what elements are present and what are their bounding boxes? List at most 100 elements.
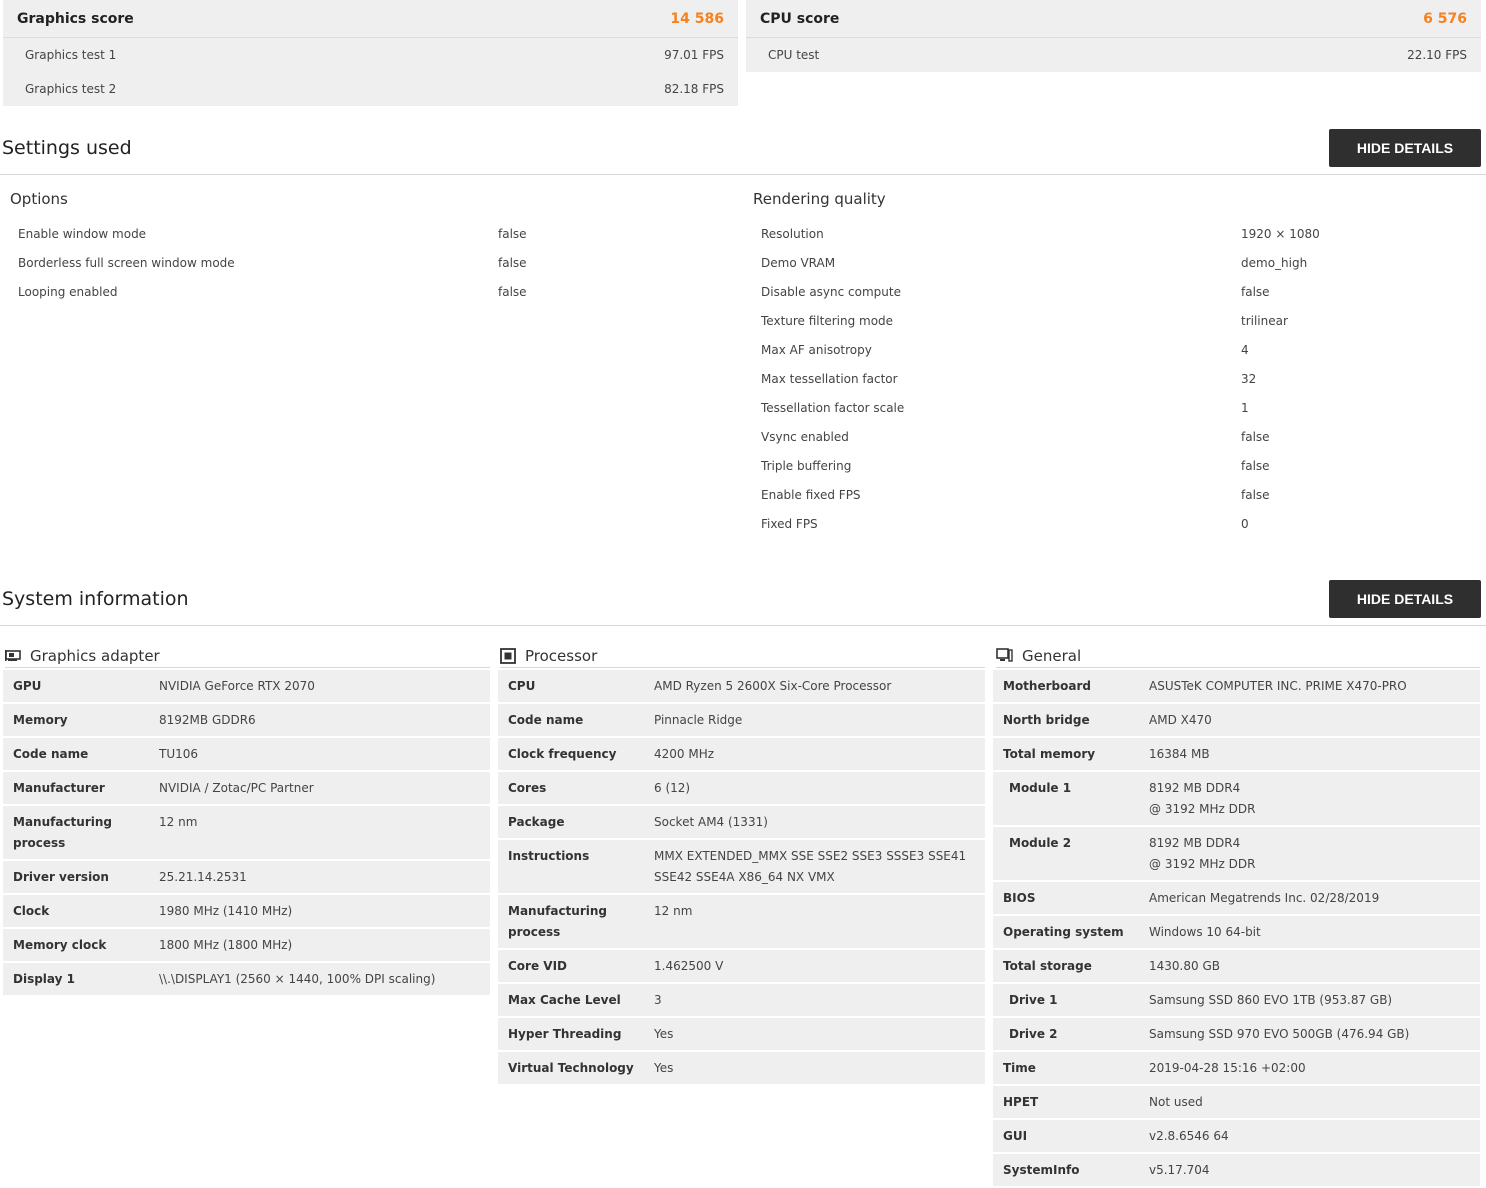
setting-row: Fixed FPS 0 <box>0 509 1486 538</box>
info-value: Pinnacle Ridge <box>654 710 752 731</box>
info-label: Module 1 <box>1009 781 1072 795</box>
info-row: Instructions MMX EXTENDED_MMX SSE SSE2 SS… <box>498 840 985 893</box>
info-value: NVIDIA / Zotac/PC Partner <box>159 778 324 799</box>
info-value: 8192MB GDDR6 <box>159 710 266 731</box>
info-label: Core VID <box>508 959 567 973</box>
info-row: Clock 1980 MHz (1410 MHz) <box>3 895 490 927</box>
info-value-line: 8192 MB DDR4 <box>1149 781 1241 795</box>
graphics-adapter-table: GPU NVIDIA GeForce RTX 2070 Memory 8192MB G… <box>3 670 490 997</box>
info-value: 12 nm <box>654 901 702 943</box>
info-value-line: 1.462500 V <box>654 959 724 973</box>
info-value-line: Yes <box>654 1061 674 1075</box>
info-row: GPU NVIDIA GeForce RTX 2070 <box>3 670 490 702</box>
setting-label: Tessellation factor scale <box>761 400 905 415</box>
info-value: 1980 MHz (1410 MHz) <box>159 901 302 922</box>
setting-value: 0 <box>1241 516 1249 531</box>
info-value: AMD X470 <box>1149 710 1222 731</box>
setting-value: 1 <box>1241 400 1249 415</box>
info-label: Drive 2 <box>1009 1027 1058 1041</box>
info-value-line: v5.17.704 <box>1149 1163 1210 1177</box>
info-row: Display 1 \\.\DISPLAY1 (2560 × 1440, 100%… <box>3 963 490 995</box>
info-value: American Megatrends Inc. 02/28/2019 <box>1149 888 1389 909</box>
info-row: GUI v2.8.6546 64 <box>993 1120 1480 1152</box>
info-value-line: v2.8.6546 64 <box>1149 1129 1229 1143</box>
info-label: Manufacturer <box>13 781 105 795</box>
info-value: Socket AM4 (1331) <box>654 812 778 833</box>
general-title: General <box>996 644 1480 668</box>
info-label: Driver version <box>13 870 109 884</box>
info-row: Motherboard ASUSTeK COMPUTER INC. PRIME X… <box>993 670 1480 702</box>
setting-row: Disable async compute false <box>0 277 1486 306</box>
setting-row: Max tessellation factor 32 <box>0 364 1486 393</box>
info-row: HPET Not used <box>993 1086 1480 1118</box>
info-row: Package Socket AM4 (1331) <box>498 806 985 838</box>
setting-label: Vsync enabled <box>761 429 849 444</box>
info-value-line: 2019-04-28 15:16 +02:00 <box>1149 1061 1306 1075</box>
info-row: Code name TU106 <box>3 738 490 770</box>
info-label: Clock frequency <box>508 747 617 761</box>
info-value: 8192 MB DDR4 @ 3192 MHz DDR <box>1149 778 1265 820</box>
info-value: 16384 MB <box>1149 744 1220 765</box>
score-test-row: Graphics test 2 82.18 FPS <box>3 72 738 106</box>
score-test-name: CPU test <box>768 48 820 62</box>
setting-value: demo_high <box>1241 255 1308 270</box>
general-table: Motherboard ASUSTeK COMPUTER INC. PRIME X… <box>993 670 1480 1188</box>
graphics-adapter-title: Graphics adapter <box>5 644 490 668</box>
setting-value: false <box>1241 429 1270 444</box>
score-test-value: 97.01 FPS <box>664 48 724 62</box>
sysinfo-section-title: System information <box>2 588 189 610</box>
info-label: Total memory <box>1003 747 1096 761</box>
info-label: Display 1 <box>13 972 75 986</box>
setting-row: Triple buffering false <box>0 451 1486 480</box>
score-test-value: 22.10 FPS <box>1407 48 1467 62</box>
sysinfo-hide-details-button[interactable]: HIDE DETAILS <box>1329 580 1481 618</box>
setting-label: Texture filtering mode <box>761 313 894 328</box>
score-test-row: Graphics test 1 97.01 FPS <box>3 38 738 72</box>
score-test-name: Graphics test 2 <box>25 82 117 96</box>
info-value-line: NVIDIA / Zotac/PC Partner <box>159 781 314 795</box>
info-value-line: AMD X470 <box>1149 713 1212 727</box>
info-row: Hyper Threading Yes <box>498 1018 985 1050</box>
info-row: BIOS American Megatrends Inc. 02/28/2019 <box>993 882 1480 914</box>
info-value: 6 (12) <box>654 778 700 799</box>
graphics-score-title: Graphics score <box>17 10 134 27</box>
info-value: Windows 10 64-bit <box>1149 922 1271 943</box>
info-value-line: @ 3192 MHz DDR <box>1149 857 1256 871</box>
info-value-line: AMD Ryzen 5 2600X Six-Core Processor <box>654 679 892 693</box>
setting-row: Texture filtering mode trilinear <box>0 306 1486 335</box>
graphics-score-value: 14 586 <box>670 10 724 27</box>
info-value-line: Yes <box>654 1027 674 1041</box>
info-value: MMX EXTENDED_MMX SSE SSE2 SSE3 SSSE3 SSE… <box>654 846 985 888</box>
info-row: Module 2 8192 MB DDR4 @ 3192 MHz DDR <box>993 827 1480 880</box>
info-label: Manufacturing process <box>13 815 112 850</box>
info-value-line: 4200 MHz <box>654 747 715 761</box>
cpu-score-value: 6 576 <box>1423 10 1467 27</box>
info-value-line: 1980 MHz (1410 MHz) <box>159 904 293 918</box>
graphics-adapter-title-text: Graphics adapter <box>30 646 160 665</box>
info-row: Drive 1 Samsung SSD 860 EVO 1TB (953.87 G… <box>993 984 1480 1016</box>
settings-hide-details-button[interactable]: HIDE DETAILS <box>1329 129 1481 167</box>
info-label: Virtual Technology <box>508 1061 634 1075</box>
info-value-line: Samsung SSD 860 EVO 1TB (953.87 GB) <box>1149 993 1393 1007</box>
info-value-line: Windows 10 64-bit <box>1149 925 1261 939</box>
info-label: Clock <box>13 904 50 918</box>
cpu-score-header: CPU score 6 576 <box>746 0 1481 38</box>
info-row: Memory 8192MB GDDR6 <box>3 704 490 736</box>
settings-section-title: Settings used <box>2 137 132 159</box>
rendering-group-title: Rendering quality <box>753 190 886 208</box>
info-row: Total memory 16384 MB <box>993 738 1480 770</box>
info-value: 2019-04-28 15:16 +02:00 <box>1149 1058 1316 1079</box>
info-value-line: 1430.80 GB <box>1149 959 1220 973</box>
info-row: Module 1 8192 MB DDR4 @ 3192 MHz DDR <box>993 772 1480 825</box>
sysinfo-divider <box>0 625 1486 626</box>
processor-table: CPU AMD Ryzen 5 2600X Six-Core Processor C… <box>498 670 985 1086</box>
info-value: Samsung SSD 970 EVO 500GB (476.94 GB) <box>1149 1024 1419 1045</box>
setting-row: Tessellation factor scale 1 <box>0 393 1486 422</box>
info-row: North bridge AMD X470 <box>993 704 1480 736</box>
info-value-line: TU106 <box>159 747 199 761</box>
setting-row: Demo VRAM demo_high <box>0 248 1486 277</box>
info-row: Manufacturer NVIDIA / Zotac/PC Partner <box>3 772 490 804</box>
info-value-line: 1800 MHz (1800 MHz) <box>159 938 293 952</box>
info-label: Memory <box>13 713 68 727</box>
info-label: Drive 1 <box>1009 993 1058 1007</box>
